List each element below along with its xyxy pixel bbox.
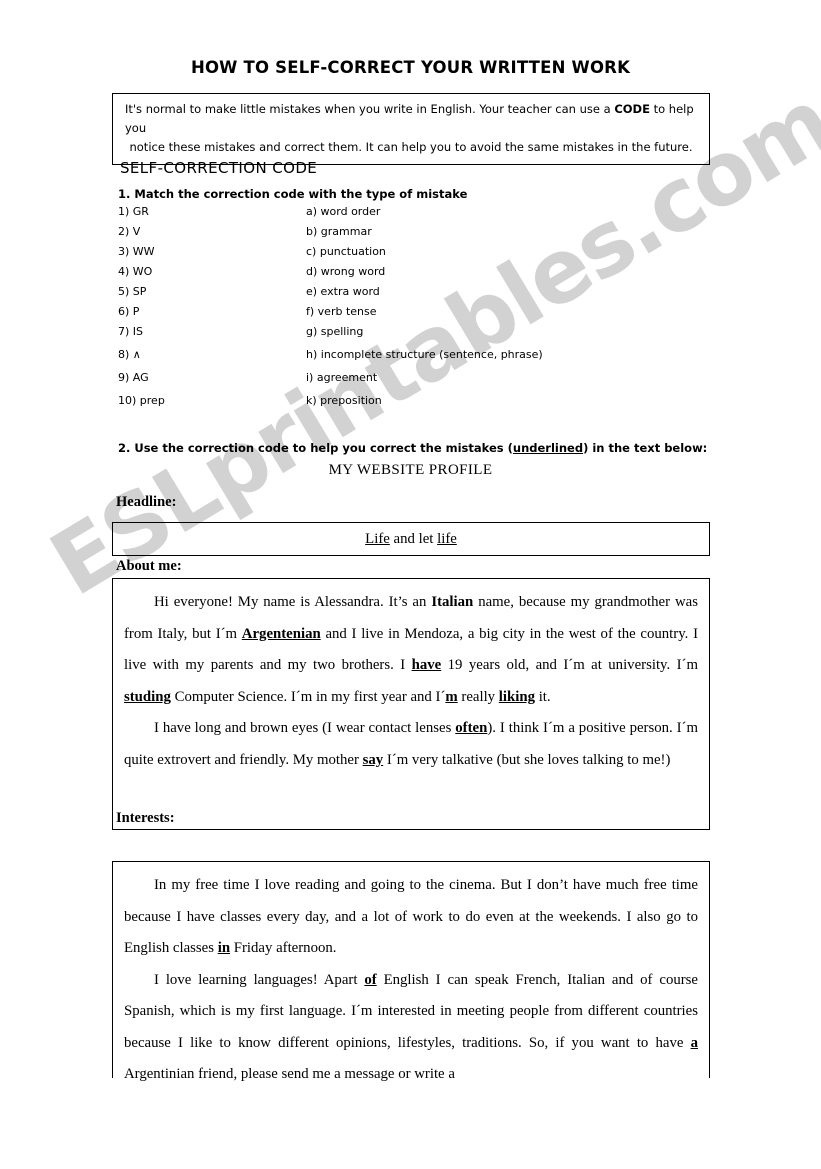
match-code: 5) SP — [118, 285, 147, 298]
match-type: e) extra word — [306, 285, 380, 298]
match-code: 4) WO — [118, 265, 153, 278]
task2-underlined-word: underlined — [512, 441, 584, 455]
match-row: 1) GR a) word order — [118, 205, 598, 225]
intro-line-2: notice these mistakes and correct them. … — [129, 140, 693, 154]
error-liking: liking — [498, 688, 535, 705]
match-row: 2) V b) grammar — [118, 225, 598, 245]
match-code: 3) WW — [118, 245, 155, 258]
intro-line-1: It's normal to make little mistakes when… — [121, 100, 701, 138]
match-type: b) grammar — [306, 225, 372, 238]
interests-paragraph-1: In my free time I love reading and going… — [124, 870, 698, 965]
worksheet-content: HOW TO SELF-CORRECT YOUR WRITTEN WORK It… — [0, 0, 821, 1169]
intro-text-a: It's normal to make little mistakes when… — [125, 102, 615, 116]
match-code: 9) AG — [118, 371, 149, 384]
match-type: i) agreement — [306, 371, 378, 384]
match-row: 8) ∧ h) incomplete structure (sentence, … — [118, 348, 598, 371]
error-argentenian: Argentenian — [241, 625, 321, 642]
page-title: HOW TO SELF-CORRECT YOUR WRITTEN WORK — [190, 58, 631, 77]
interests-text: In my free time I love reading and going… — [124, 877, 698, 956]
error-a: a — [690, 1034, 698, 1051]
worksheet-page: ESLprintables.com HOW TO SELF-CORRECT YO… — [0, 0, 821, 1169]
about-text: I have long and brown eyes (I wear conta… — [154, 720, 456, 736]
task2-text-a: 2. Use the correction code to help you c… — [118, 441, 513, 455]
match-row: 4) WO d) wrong word — [118, 265, 598, 285]
error-studing: studing — [124, 688, 171, 705]
match-list: 1) GR a) word order 2) V b) grammar 3) W… — [118, 205, 598, 414]
match-code: 2) V — [118, 225, 141, 238]
match-row: 7) IS g) spelling — [118, 325, 598, 348]
headline-label: Headline: — [116, 494, 177, 510]
match-type: f) verb tense — [306, 305, 377, 318]
error-m: m — [445, 688, 458, 705]
error-of: of — [364, 971, 377, 988]
match-row: 6) P f) verb tense — [118, 305, 598, 325]
match-row: 5) SP e) extra word — [118, 285, 598, 305]
match-code: 6) P — [118, 305, 140, 318]
about-me-box: Hi everyone! My name is Alessandra. It’s… — [112, 578, 710, 830]
match-type: d) wrong word — [306, 265, 386, 278]
match-type: g) spelling — [306, 325, 364, 338]
headline-error-life-2: life — [437, 531, 457, 547]
match-code: 1) GR — [118, 205, 149, 218]
about-text: Computer Science. I´m in my first year a… — [170, 688, 446, 705]
error-say: say — [362, 751, 384, 768]
match-type: a) word order — [306, 205, 381, 218]
about-paragraph-2: I have long and brown eyes (I wear conta… — [124, 713, 698, 776]
match-row: 9) AG i) agreement — [118, 371, 598, 394]
about-text: Hi everyone! My name is Alessandra. It’s… — [154, 594, 432, 610]
about-text: 19 years old, and I´m at university. I´m — [441, 657, 698, 673]
intro-code-word: CODE — [614, 102, 650, 116]
interests-label: Interests: — [116, 810, 175, 826]
match-type: c) punctuation — [306, 245, 386, 258]
headline-box: Life and let life — [112, 522, 710, 556]
interests-text: I love learning languages! Apart — [154, 971, 365, 988]
match-row: 3) WW c) punctuation — [118, 245, 598, 265]
intro-box: It's normal to make little mistakes when… — [112, 93, 710, 165]
match-type: h) incomplete structure (sentence, phras… — [306, 348, 543, 361]
section-heading: SELF-CORRECTION CODE — [120, 159, 318, 177]
match-type: k) preposition — [306, 394, 382, 407]
match-code: 10) prep — [118, 394, 165, 407]
interests-text: Friday afternoon. — [230, 940, 337, 956]
error-often: often — [455, 720, 488, 736]
error-have: have — [411, 657, 442, 673]
headline-error-life-1: Life — [365, 531, 390, 547]
error-italian: Italian — [431, 594, 474, 610]
headline-middle: and let — [389, 531, 438, 547]
about-text: really — [457, 688, 499, 705]
match-code: 8) ∧ — [118, 348, 141, 361]
about-me-label: About me: — [116, 558, 182, 574]
task1-instruction: 1. Match the correction code with the ty… — [118, 187, 468, 201]
task2-instruction: 2. Use the correction code to help you c… — [118, 441, 707, 455]
about-text: it. — [535, 688, 551, 705]
match-row: 10) prep k) preposition — [118, 394, 598, 414]
profile-title: MY WEBSITE PROFILE — [328, 462, 493, 478]
interests-paragraph-2: I love learning languages! Apart of Engl… — [124, 965, 698, 1091]
interests-text: Argentinian friend, please send me a mes… — [124, 1066, 455, 1082]
about-text: I´m very talkative (but she loves talkin… — [383, 751, 671, 768]
task2-text-b: ) in the text below: — [583, 441, 708, 455]
match-code: 7) IS — [118, 325, 144, 338]
about-paragraph-1: Hi everyone! My name is Alessandra. It’s… — [124, 587, 698, 713]
error-in: in — [217, 940, 231, 956]
interests-box: In my free time I love reading and going… — [112, 861, 710, 1082]
